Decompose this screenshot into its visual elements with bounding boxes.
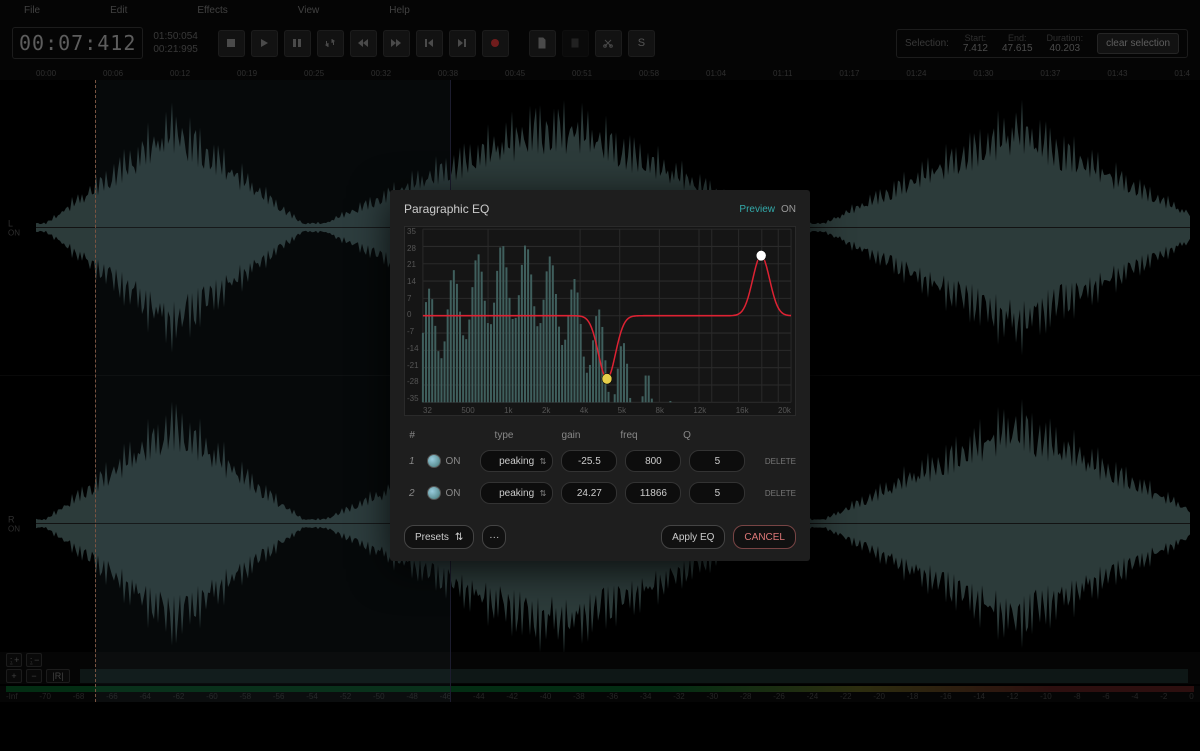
modal-backdrop: Paragraphic EQ Preview ON 3528211470-7-1… xyxy=(0,0,1200,751)
band-table: # type gain freq Q 1ONpeaking⇅-25.58005D… xyxy=(404,426,796,509)
band-delete-button[interactable]: DELETE xyxy=(753,489,796,498)
preview-state: ON xyxy=(781,204,796,215)
band-freq-input[interactable]: 11866 xyxy=(625,482,681,504)
presets-dropdown[interactable]: Presets⇅ xyxy=(404,525,474,549)
cancel-button[interactable]: CANCEL xyxy=(733,525,796,549)
band-type-select[interactable]: peaking⇅ xyxy=(480,450,553,472)
band-q-input[interactable]: 5 xyxy=(689,482,745,504)
band-gain-input[interactable]: 24.27 xyxy=(561,482,617,504)
chevron-down-icon: ⇅ xyxy=(540,489,547,498)
chevron-down-icon: ⇅ xyxy=(455,532,463,543)
more-button[interactable]: ··· xyxy=(482,525,506,549)
band-on-toggle[interactable] xyxy=(427,454,441,468)
band-index: 2 xyxy=(404,488,419,499)
eq-plot[interactable]: 3528211470-7-14-21-28-35 325001k2k4k5k8k… xyxy=(404,226,796,416)
preview-button[interactable]: Preview xyxy=(739,204,775,215)
band-on-toggle[interactable] xyxy=(427,486,441,500)
band-delete-button[interactable]: DELETE xyxy=(753,457,796,466)
band-row: 2ONpeaking⇅24.27118665DELETE xyxy=(404,477,796,509)
band-gain-input[interactable]: -25.5 xyxy=(561,450,617,472)
modal-title: Paragraphic EQ xyxy=(404,202,489,216)
chevron-down-icon: ⇅ xyxy=(540,457,547,466)
band-row: 1ONpeaking⇅-25.58005DELETE xyxy=(404,445,796,477)
band-q-input[interactable]: 5 xyxy=(689,450,745,472)
band-index: 1 xyxy=(404,456,419,467)
eq-modal: Paragraphic EQ Preview ON 3528211470-7-1… xyxy=(390,190,810,561)
apply-eq-button[interactable]: Apply EQ xyxy=(661,525,725,549)
band-freq-input[interactable]: 800 xyxy=(625,450,681,472)
band-type-select[interactable]: peaking⇅ xyxy=(480,482,553,504)
